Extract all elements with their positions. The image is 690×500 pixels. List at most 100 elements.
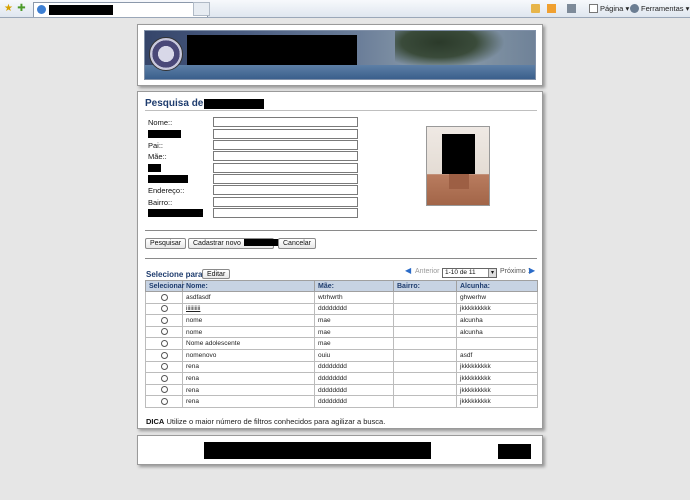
column-header: Selecionar [145,280,184,292]
table-row[interactable]: rena dddddddd jkkkkkkkkk [145,360,538,374]
mae-field[interactable] [213,151,358,161]
header-panel [137,24,543,86]
next-label: Próximo [500,268,526,275]
table-row[interactable]: iiiiiiiiii dddddddd jkkkkkkkkk [145,302,538,316]
label-endereco: Endereço:: [148,186,185,195]
cell-alcunha: alcunha [456,325,538,339]
select-cell [145,325,183,339]
rss-feed-icon[interactable] [547,3,558,15]
endereco-field[interactable] [213,185,358,195]
select-radio[interactable] [160,305,168,313]
register-new-label: Cadastrar novo [193,240,241,247]
page-menu[interactable]: Página ▾ [589,3,629,15]
select-radio[interactable] [160,293,168,301]
cell-alcunha: asdf [456,348,538,362]
cell-nome: nomenovo [182,348,315,362]
cell-alcunha: jkkkkkkkkk [456,395,538,408]
table-row[interactable]: rena dddddddd jkkkkkkkkk [145,383,538,397]
cell-mae: mae [314,337,394,350]
cell-mae: mae [314,314,394,327]
select-radio[interactable] [160,363,168,371]
select-cell [145,337,183,350]
select-radio[interactable] [160,340,168,348]
table-row[interactable]: rena dddddddd jkkkkkkkkk [145,395,538,408]
cell-mae: wtrhwrth [314,291,394,304]
cell-alcunha [456,337,538,350]
table-row[interactable]: rena dddddddd jkkkkkkkkk [145,372,538,385]
cell-bairro [393,395,457,408]
prev-link[interactable]: Anterior [415,268,440,275]
home-icon[interactable] [531,3,542,15]
cell-bairro [393,383,457,397]
cancel-button[interactable]: Cancelar [278,238,317,249]
tip-text: DICA Utilize o maior número de filtros c… [146,417,385,426]
edit-button[interactable]: Editar [202,269,231,279]
label-redacted-3 [148,175,188,183]
select-cell [145,383,183,397]
nome-field[interactable] [213,117,358,127]
label-pai: Pai:: [148,141,164,150]
cell-bairro [393,348,457,362]
search-panel: Pesquisa de Nome:: Pai:: Mãe:: Endereço:… [137,91,543,429]
select-for-label: Selecione para: [146,270,206,279]
cell-nome: rena [182,383,315,397]
label-redacted-1 [148,130,181,138]
browser-tab[interactable] [33,2,208,17]
face-redacted [442,134,475,174]
cell-bairro [393,337,457,350]
footer-panel [137,435,543,465]
cell-mae: dddddddd [314,302,394,316]
title-divider [145,110,537,111]
table-row[interactable]: nome mae alcunha [145,314,538,327]
cell-bairro [393,302,457,316]
new-tab-button[interactable] [193,2,210,16]
cell-bairro [393,325,457,339]
search-button[interactable]: Pesquisar [145,238,187,249]
banner-palm-image [395,31,505,69]
divider [145,230,537,231]
select-radio[interactable] [160,351,168,359]
select-radio[interactable] [160,398,168,406]
page-range-select[interactable]: 1-10 de 11 ▾ [442,268,497,278]
table-row[interactable]: nomenovo ouiu asdf [145,348,538,362]
tip-label: DICA [146,417,165,426]
redacted-field-2[interactable] [213,163,358,173]
cell-alcunha: jkkkkkkkkk [456,372,538,385]
register-redacted [243,239,280,246]
select-radio[interactable] [160,386,168,394]
cell-alcunha: jkkkkkkkkk [456,383,538,397]
column-header: Nome: [182,280,315,292]
cell-mae: dddddddd [314,383,394,397]
system-name-redacted [187,35,357,65]
cell-nome: iiiiiiiiii [182,302,315,316]
table-row[interactable]: nome mae alcunha [145,325,538,339]
prev-arrow-icon[interactable]: ◀ [405,266,411,275]
tools-menu[interactable]: Ferramentas ▾ [630,3,689,15]
footer-redacted-text [204,442,431,459]
next-arrow-icon[interactable]: ▶ [529,266,535,275]
favorites-star-icon[interactable]: ★ [3,3,14,14]
bairro-field[interactable] [213,197,358,207]
footer-redacted-logo [498,444,531,459]
redacted-field-4[interactable] [213,208,358,218]
table-header-row: Selecionar Nome: Mãe: Bairro: Alcunha: [145,280,538,292]
label-mae: Mãe:: [148,152,167,161]
cell-alcunha: alcunha [456,314,538,327]
table-row[interactable]: asdfasdf wtrhwrth ghwerhw [145,291,538,304]
register-new-button[interactable]: Cadastrar novo [188,238,280,249]
label-redacted-4 [148,209,203,217]
cell-bairro [393,314,457,327]
print-icon[interactable] [567,3,578,15]
table-row[interactable]: Nome adolescente mae [145,337,538,350]
select-cell [145,372,183,385]
next-link[interactable]: Próximo 1 [500,268,532,275]
redacted-field-1[interactable] [213,129,358,139]
select-radio[interactable] [160,328,168,336]
pai-field[interactable] [213,140,358,150]
divider-2 [145,258,537,259]
column-header: Bairro: [393,280,457,292]
add-favorite-icon[interactable]: ✚ [16,3,27,14]
select-radio[interactable] [160,374,168,382]
redacted-field-3[interactable] [213,174,358,184]
select-radio[interactable] [160,316,168,324]
